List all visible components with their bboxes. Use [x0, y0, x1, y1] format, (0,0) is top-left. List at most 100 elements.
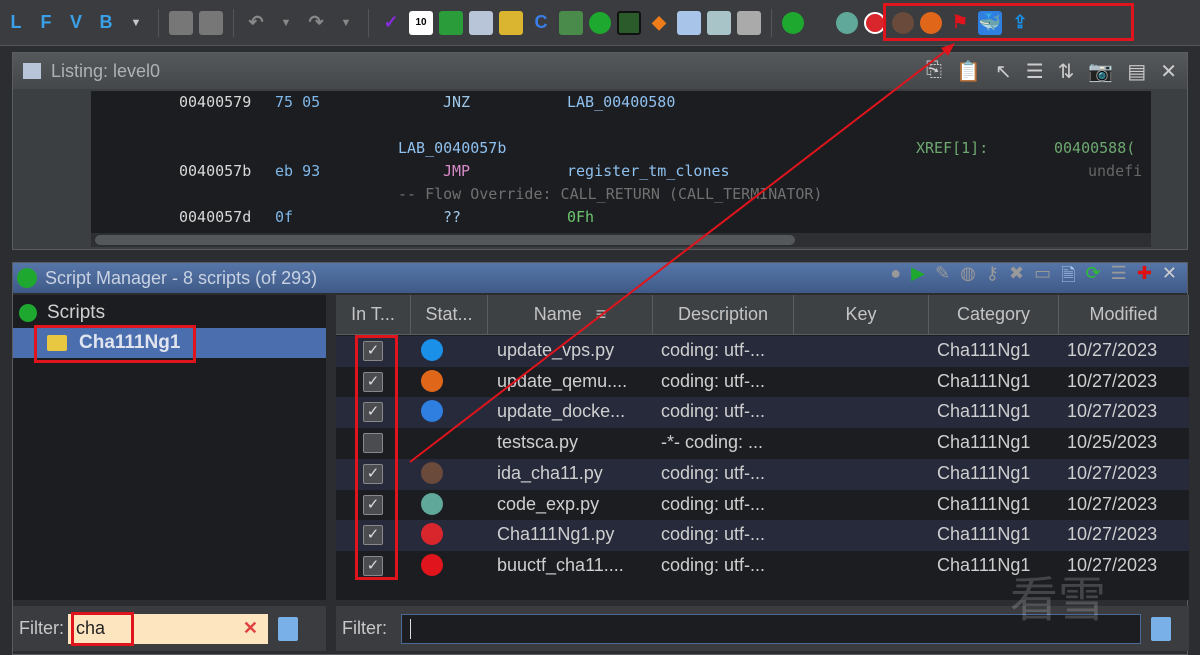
- script-modified: 10/27/2023: [1067, 340, 1158, 360]
- column-key[interactable]: Key: [794, 295, 929, 335]
- toolbar-v-button[interactable]: V: [64, 11, 88, 35]
- script-category: Cha111Ng1: [937, 370, 1031, 391]
- copy-icon[interactable]: ⎘: [926, 59, 942, 84]
- table-row[interactable]: ✓ update_docke... coding: utf-... Cha111Ng1…: [336, 397, 1189, 429]
- chatgpt-icon[interactable]: [836, 11, 858, 34]
- run-last-script-icon[interactable]: ▶: [911, 263, 925, 293]
- delete-icon[interactable]: ✖: [1009, 263, 1024, 293]
- run-script-icon[interactable]: [782, 11, 804, 34]
- label[interactable]: LAB_0040057b: [398, 139, 506, 157]
- field-edit-icon[interactable]: ☰: [1026, 59, 1044, 84]
- chevron-down-icon[interactable]: ▼: [274, 11, 298, 35]
- script-description: -*- coding: ...: [661, 432, 764, 453]
- horizontal-scrollbar[interactable]: [91, 233, 1151, 247]
- close-icon[interactable]: ✕: [1160, 59, 1177, 84]
- operand[interactable]: LAB_00400580: [567, 93, 675, 111]
- table-row[interactable]: ✓ update_vps.py coding: utf-... Cha111Ng1 10…: [336, 336, 1189, 367]
- diamond-icon[interactable]: ◆: [647, 11, 671, 35]
- table-row[interactable]: ✓ code_exp.py coding: utf-... Cha111Ng1 10/2…: [336, 490, 1189, 521]
- table-row[interactable]: ✓ Cha111Ng1.py coding: utf-... Cha111Ng1 10/…: [336, 520, 1189, 552]
- chevron-down-icon[interactable]: ▼: [124, 11, 148, 35]
- toolbar-l-button[interactable]: L: [4, 11, 28, 35]
- qemu-icon[interactable]: [920, 11, 942, 34]
- diff-icon[interactable]: ⇅: [1058, 59, 1075, 84]
- table-row[interactable]: ✓ ida_cha11.py coding: utf-... Cha111Ng1 10/…: [336, 458, 1189, 490]
- undo-icon[interactable]: ↶: [244, 11, 268, 35]
- in-toolbar-checkbox[interactable]: ✓: [363, 494, 383, 515]
- in-toolbar-checkbox[interactable]: ✓: [363, 371, 383, 392]
- in-toolbar-checkbox[interactable]: ✓: [363, 402, 383, 423]
- cha111ng1-icon[interactable]: [864, 11, 886, 34]
- scripts-table: In T... Stat... Name ≡ Description Key Ca…: [336, 295, 1189, 600]
- redo-icon[interactable]: ↷: [304, 11, 328, 35]
- decompiler-icon[interactable]: C: [529, 11, 553, 35]
- scroll-thumb[interactable]: [95, 235, 795, 245]
- bytes-icon[interactable]: 10: [409, 10, 433, 35]
- bytes: 75 05: [275, 93, 321, 111]
- script-description: coding: utf-...: [661, 401, 766, 422]
- upload-icon[interactable]: ⇪: [1008, 11, 1032, 35]
- operand[interactable]: register_tm_clones: [567, 162, 730, 180]
- in-toolbar-checkbox[interactable]: ✓: [363, 341, 383, 361]
- filter-options-icon[interactable]: [1151, 616, 1171, 641]
- edit-script-icon[interactable]: ✎: [935, 263, 950, 293]
- memory-icon[interactable]: [617, 10, 641, 35]
- run-icon: [17, 268, 37, 288]
- filter-options-icon[interactable]: [278, 616, 298, 641]
- tree-filter-input[interactable]: cha ✕: [68, 613, 268, 644]
- check-icon[interactable]: ✓: [379, 11, 403, 35]
- function-graph-icon[interactable]: [559, 10, 583, 35]
- in-toolbar-checkbox[interactable]: ✓: [363, 555, 383, 576]
- script-category: Cha111Ng1: [937, 493, 1031, 514]
- column-category[interactable]: Category: [929, 295, 1059, 335]
- column-name[interactable]: Name ≡: [488, 295, 653, 335]
- run-icon[interactable]: [589, 11, 611, 34]
- ida-icon[interactable]: [892, 11, 914, 34]
- close-icon[interactable]: ✕: [1162, 263, 1177, 293]
- run-script-icon[interactable]: ●: [890, 263, 901, 293]
- column-in-toolbar[interactable]: In T...: [336, 295, 411, 335]
- tree-icon[interactable]: [737, 10, 761, 35]
- eclipse-icon[interactable]: ◍: [960, 263, 976, 293]
- snapshot-icon[interactable]: 📷: [1088, 59, 1113, 84]
- toolbar-b-button[interactable]: B: [94, 11, 118, 35]
- text-cursor: [410, 618, 411, 639]
- tree-item-cha111ng1[interactable]: Cha111Ng1: [13, 328, 326, 358]
- buuctf-flag-icon[interactable]: ⚑: [948, 11, 972, 35]
- datatype-icon[interactable]: [499, 10, 523, 35]
- script-dirs-icon[interactable]: ☰: [1111, 263, 1127, 293]
- table-row[interactable]: ✓ update_qemu.... coding: utf-... Cha111Ng1…: [336, 367, 1189, 398]
- table-export-icon[interactable]: [707, 10, 731, 35]
- filter-value: cha: [76, 618, 106, 638]
- column-status[interactable]: Stat...: [411, 295, 488, 335]
- xref-address[interactable]: 00400588(: [1054, 139, 1135, 157]
- rename-icon[interactable]: ▭: [1034, 263, 1051, 293]
- new-script-icon[interactable]: 🗎: [1061, 263, 1075, 293]
- column-modified[interactable]: Modified: [1059, 295, 1189, 335]
- table-row[interactable]: testsca.py -*- coding: ... Cha111Ng1 10/25/…: [336, 428, 1189, 459]
- in-toolbar-checkbox[interactable]: ✓: [363, 525, 383, 546]
- toolbar-f-button[interactable]: F: [34, 11, 58, 35]
- format-icon[interactable]: ▤: [1127, 59, 1146, 84]
- listing-icon[interactable]: [469, 10, 493, 35]
- chevron-down-icon[interactable]: ▼: [334, 11, 358, 35]
- column-description[interactable]: Description: [653, 295, 794, 335]
- address: 00400579: [179, 93, 252, 111]
- in-toolbar-checkbox[interactable]: [363, 433, 383, 454]
- table-icon[interactable]: [677, 10, 701, 35]
- clear-filter-icon[interactable]: ✕: [243, 618, 258, 639]
- refresh-icon[interactable]: ⟳: [1086, 263, 1101, 293]
- paste-program-icon[interactable]: [199, 10, 223, 35]
- paste-icon[interactable]: 📋: [956, 59, 981, 84]
- copy-program-icon[interactable]: [169, 10, 193, 35]
- help-icon[interactable]: ✚: [1137, 263, 1152, 293]
- in-toolbar-checkbox[interactable]: ✓: [363, 463, 383, 484]
- export-icon[interactable]: [439, 10, 463, 35]
- comment: -- Flow Override: CALL_RETURN (CALL_TERM…: [398, 185, 823, 203]
- cursor-icon[interactable]: ↖: [995, 59, 1012, 84]
- key-binding-icon[interactable]: ⚷: [986, 263, 999, 293]
- docker-icon[interactable]: 🐳: [978, 10, 1002, 35]
- tree-root[interactable]: Scripts: [19, 302, 105, 324]
- listing-code[interactable]: 00400579 75 05 JNZ LAB_00400580 LAB_0040…: [91, 91, 1151, 233]
- tree-filter-bar: Filter: cha ✕: [13, 606, 326, 651]
